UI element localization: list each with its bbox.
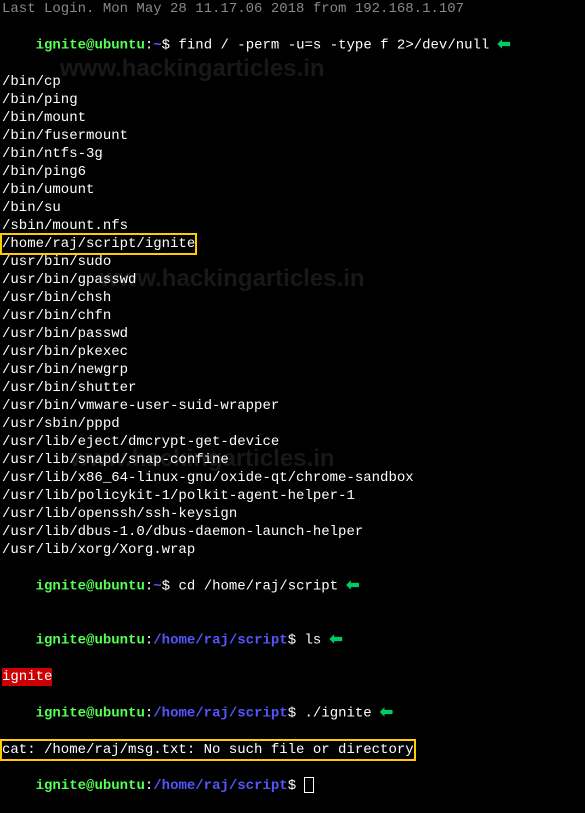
prompt-path: /home/raj/script (153, 633, 287, 649)
find-output-line: /usr/sbin/pppd (2, 415, 583, 433)
find-output-line: /usr/lib/snapd/snap-confine (2, 451, 583, 469)
find-output-line: /usr/bin/chfn (2, 307, 583, 325)
cursor (305, 778, 313, 792)
find-output-line: /usr/bin/pkexec (2, 343, 583, 361)
prompt-path: /home/raj/script (153, 706, 287, 722)
command-text: cd /home/raj/script (178, 578, 338, 594)
error-output: cat: /home/raj/msg.txt: No such file or … (2, 741, 583, 759)
prompt-line-2: ignite@ubuntu:~$ cd /home/raj/script⬅ (2, 559, 583, 614)
find-output-line: /bin/umount (2, 181, 583, 199)
find-output-line: /bin/fusermount (2, 127, 583, 145)
find-output-line: /usr/lib/x86_64-linux-gnu/oxide-qt/chrom… (2, 469, 583, 487)
prompt-dollar: $ (288, 633, 305, 649)
arrow-icon: ⬅ (346, 577, 359, 595)
find-output-line: /usr/lib/openssh/ssh-keysign (2, 505, 583, 523)
prompt-colon: : (145, 38, 153, 54)
find-output-line: /usr/bin/gpasswd (2, 271, 583, 289)
ls-output: ignite (2, 668, 583, 686)
find-output-line: /usr/bin/passwd (2, 325, 583, 343)
prompt-path: /home/raj/script (153, 778, 287, 794)
last-login-line: Last Login. Mon May 28 11.17.06 2018 fro… (2, 0, 583, 18)
find-output-line: /usr/lib/policykit-1/polkit-agent-helper… (2, 487, 583, 505)
terminal[interactable]: Last Login. Mon May 28 11.17.06 2018 fro… (0, 0, 585, 813)
find-output-line: /bin/cp (2, 73, 583, 91)
prompt-dollar: $ (162, 38, 179, 54)
find-output-line: /sbin/mount.nfs (2, 217, 583, 235)
arrow-icon: ⬅ (329, 631, 342, 649)
find-output-line: /bin/su (2, 199, 583, 217)
prompt-path: ~ (153, 578, 161, 594)
find-output-line: /usr/lib/eject/dmcrypt-get-device (2, 433, 583, 451)
prompt-host: ubuntu (94, 578, 144, 594)
prompt-host: ubuntu (94, 778, 144, 794)
find-output-line: /bin/ping (2, 91, 583, 109)
prompt-line-3: ignite@ubuntu:/home/raj/script$ ls ⬅ (2, 613, 583, 668)
prompt-dollar: $ (288, 778, 305, 794)
find-output-line: /bin/ping6 (2, 163, 583, 181)
arrow-icon: ⬅ (380, 704, 393, 722)
executable-name: ignite (2, 668, 52, 686)
find-output-line: /usr/bin/shutter (2, 379, 583, 397)
prompt-user: ignite (36, 633, 86, 649)
prompt-line-4: ignite@ubuntu:/home/raj/script$ ./ignite… (2, 686, 583, 741)
find-output-line: /usr/lib/xorg/Xorg.wrap (2, 541, 583, 559)
prompt-colon: : (145, 633, 153, 649)
prompt-line-1: ignite@ubuntu:~$ find / -perm -u=s -type… (2, 18, 583, 73)
find-output-line: /bin/ntfs-3g (2, 145, 583, 163)
prompt-user: ignite (36, 706, 86, 722)
command-text: ./ignite (305, 706, 372, 722)
prompt-at: @ (86, 633, 94, 649)
prompt-path: ~ (153, 38, 161, 54)
prompt-colon: : (145, 706, 153, 722)
prompt-line-5[interactable]: ignite@ubuntu:/home/raj/script$ (2, 759, 583, 813)
find-output-line: /usr/bin/newgrp (2, 361, 583, 379)
suid-path-text: /home/raj/script/ignite (2, 236, 195, 252)
highlighted-suid-path: /home/raj/script/ignite (2, 235, 583, 253)
prompt-user: ignite (36, 778, 86, 794)
prompt-user: ignite (36, 38, 86, 54)
prompt-dollar: $ (162, 578, 179, 594)
find-output-line: /bin/mount (2, 109, 583, 127)
find-output-line: /usr/bin/sudo (2, 253, 583, 271)
find-output-line: /usr/bin/vmware-user-suid-wrapper (2, 397, 583, 415)
command-text: find / -perm -u=s -type f 2>/dev/null (178, 38, 489, 54)
prompt-host: ubuntu (94, 706, 144, 722)
prompt-colon: : (145, 778, 153, 794)
find-output-line: /usr/bin/chsh (2, 289, 583, 307)
prompt-user: ignite (36, 578, 86, 594)
highlight-box: /home/raj/script/ignite (2, 235, 195, 253)
prompt-colon: : (145, 578, 153, 594)
find-output-line: /usr/lib/dbus-1.0/dbus-daemon-launch-hel… (2, 523, 583, 541)
prompt-host: ubuntu (94, 633, 144, 649)
highlight-box: cat: /home/raj/msg.txt: No such file or … (2, 741, 414, 759)
prompt-at: @ (86, 778, 94, 794)
error-text: cat: /home/raj/msg.txt: No such file or … (2, 742, 414, 758)
prompt-at: @ (86, 706, 94, 722)
arrow-icon: ⬅ (497, 36, 510, 54)
prompt-dollar: $ (288, 706, 305, 722)
command-text: ls (305, 633, 322, 649)
prompt-host: ubuntu (94, 38, 144, 54)
